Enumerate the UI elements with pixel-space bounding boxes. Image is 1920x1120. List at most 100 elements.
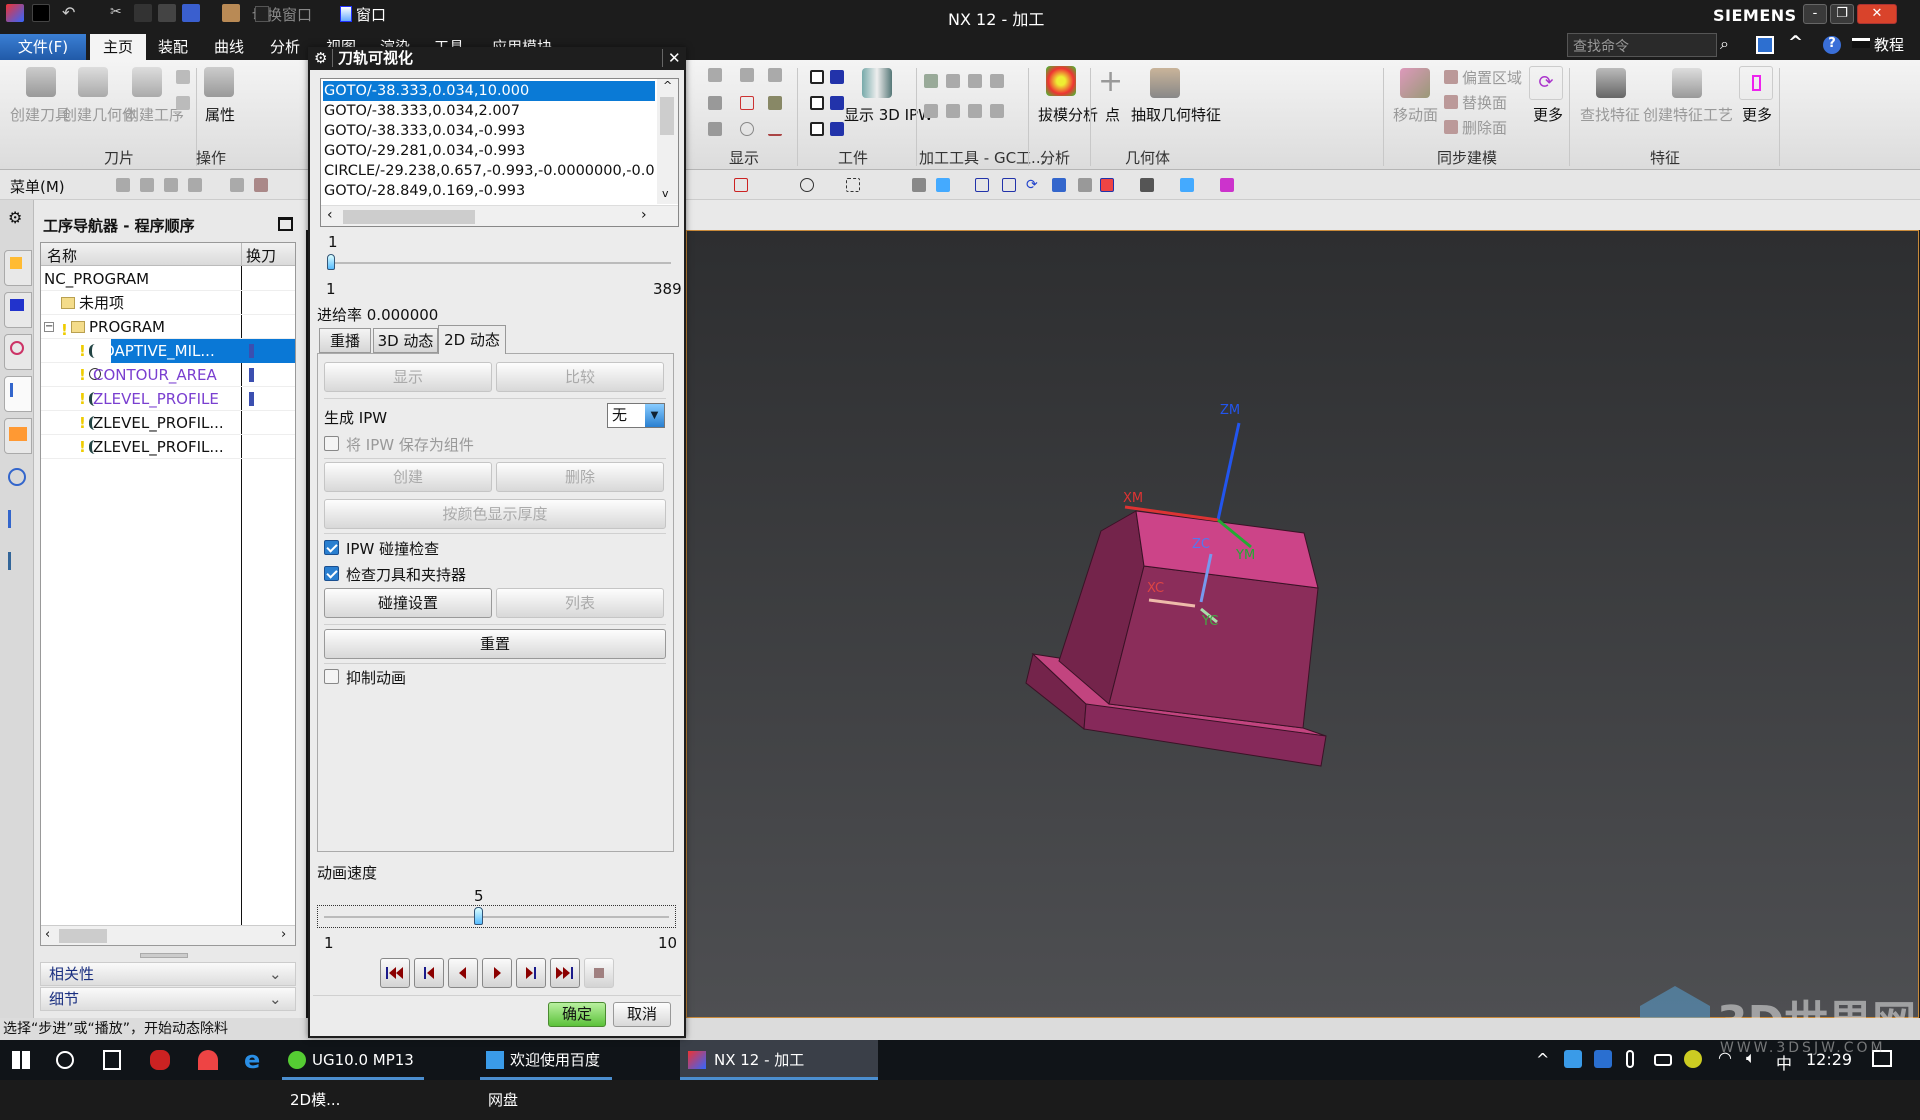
save-icon[interactable]	[32, 4, 50, 22]
fast-forward-to-end-button[interactable]	[550, 958, 580, 988]
maximize-icon[interactable]	[278, 217, 293, 231]
workpiece-icon[interactable]	[830, 122, 844, 136]
rewind-to-start-button[interactable]	[380, 958, 410, 988]
column-header-tool-change[interactable]: 换刀	[246, 245, 276, 266]
command-search-input[interactable]: 查找命令	[1567, 33, 1717, 57]
gc-tool-icon[interactable]	[990, 104, 1004, 118]
create-tool-icon[interactable]	[26, 67, 56, 97]
app-icon[interactable]	[198, 1050, 218, 1070]
cut-icon[interactable]: ✂	[110, 4, 128, 22]
extract-geometry-button[interactable]: 抽取几何特征	[1131, 104, 1221, 125]
gc-tool-icon[interactable]	[968, 104, 982, 118]
play-reverse-button[interactable]	[448, 958, 478, 988]
create-button[interactable]: 创建	[324, 462, 492, 492]
view-icon[interactable]	[1052, 178, 1066, 192]
toolpath-line[interactable]: GOTO/-29.281,0.034,-0.993	[323, 141, 655, 161]
view-icon[interactable]	[1002, 178, 1016, 192]
process-icon[interactable]	[8, 552, 26, 570]
machine-tool-view-tab[interactable]	[4, 250, 32, 286]
baidu-tray-icon[interactable]	[1564, 1050, 1582, 1068]
view-icon[interactable]	[975, 178, 989, 192]
toolpath-line[interactable]: GOTO/-38.333,0.034,-0.993	[323, 121, 655, 141]
toolpath-line[interactable]: GOTO/-38.333,0.034,2.007	[323, 101, 655, 121]
dialog-title-bar[interactable]: ⚙ 刀轨可视化 ✕	[310, 47, 684, 70]
collision-settings-button[interactable]: 碰撞设置	[324, 588, 492, 618]
attributes-button[interactable]: 属性	[205, 104, 235, 125]
fullscreen-icon[interactable]	[1756, 36, 1774, 54]
find-feature-button[interactable]: 查找特征	[1580, 104, 1640, 125]
extract-geometry-icon[interactable]	[1150, 68, 1180, 98]
display-button[interactable]: 显示	[324, 362, 492, 392]
point-icon[interactable]: +	[1098, 64, 1123, 99]
windows-start-icon[interactable]	[12, 1051, 30, 1069]
view-icon[interactable]	[1100, 178, 1114, 192]
taskbar-app-ug10[interactable]: UG10.0 MP13 2D模...	[282, 1040, 424, 1109]
scroll-right-icon[interactable]: ›	[281, 927, 286, 942]
tree-row-program[interactable]: − ! PROGRAM	[41, 315, 295, 339]
tab-3d-dynamic[interactable]: 3D 动态	[373, 328, 438, 353]
create-operation-button[interactable]: 创建工序	[124, 104, 184, 125]
play-button[interactable]	[482, 958, 512, 988]
thickness-by-color-button[interactable]: 按颜色显示厚度	[324, 499, 666, 529]
copy-icon[interactable]	[134, 4, 152, 22]
dialog-settings-gear-icon[interactable]: ⚙	[314, 47, 327, 70]
workpiece-icon[interactable]	[810, 96, 824, 110]
tab-analysis[interactable]: 分析	[264, 34, 306, 60]
rotate-icon[interactable]: ⟳	[1026, 178, 1040, 192]
create-feature-process-icon[interactable]	[1672, 68, 1702, 98]
splitter-handle[interactable]	[140, 953, 188, 958]
sync-more-icon[interactable]: ⟳	[1529, 66, 1563, 100]
scroll-right-icon[interactable]: ›	[641, 207, 647, 223]
toolbar-icon[interactable]	[254, 178, 268, 192]
gc-tool-icon[interactable]	[990, 74, 1004, 88]
tab-file[interactable]: 文件(F)	[0, 34, 86, 60]
tree-row-unused[interactable]: 未用项	[41, 291, 295, 315]
suppress-animation-checkbox[interactable]	[324, 669, 339, 684]
draft-analysis-button[interactable]: 拔模分析	[1038, 104, 1098, 125]
search-icon[interactable]: ⌕	[1720, 34, 1729, 54]
tool-icon[interactable]	[8, 510, 26, 528]
gc-tool-icon[interactable]	[946, 104, 960, 118]
generate-ipw-select[interactable]: 无 ▼	[607, 403, 665, 428]
replace-face-icon[interactable]	[1444, 95, 1458, 109]
help-icon[interactable]: ?	[1823, 36, 1841, 54]
snap-icon[interactable]	[846, 178, 860, 192]
sync-more-button[interactable]: 更多	[1533, 104, 1563, 125]
snap-icon[interactable]	[912, 178, 926, 192]
point-button[interactable]: 点	[1105, 104, 1120, 125]
scroll-thumb[interactable]	[660, 97, 674, 135]
workpiece-icon[interactable]	[830, 70, 844, 84]
minimize-button[interactable]: -	[1803, 4, 1827, 24]
tray-overflow-icon[interactable]: ^	[1536, 1050, 1549, 1069]
graphics-viewport[interactable]: ZM XM YM ZC XC YC 3D世界网	[686, 230, 1919, 1066]
snap-icon[interactable]	[734, 178, 748, 192]
ipw-collision-check-checkbox[interactable]	[324, 540, 339, 555]
step-forward-button[interactable]	[516, 958, 546, 988]
display-icon[interactable]	[768, 68, 782, 82]
toolbar-icon[interactable]	[230, 178, 244, 192]
details-panel[interactable]: 细节 ⌄	[40, 987, 296, 1011]
display-icon[interactable]	[740, 68, 754, 82]
list-button[interactable]: 列表	[496, 588, 664, 618]
taskbar-app-nx[interactable]: NX 12 - 加工	[680, 1040, 878, 1080]
taskbar-app-baidu[interactable]: 欢迎使用百度网盘	[480, 1040, 612, 1109]
tab-replay[interactable]: 重播	[319, 328, 371, 353]
position-slider-track[interactable]	[328, 262, 671, 264]
menu-button[interactable]: 菜单(M)	[10, 176, 65, 197]
battery-icon[interactable]	[1654, 1054, 1672, 1066]
toolpath-line[interactable]: GOTO/-28.849,0.169,-0.993	[323, 181, 655, 201]
gc-tool-icon[interactable]	[968, 74, 982, 88]
column-header-name[interactable]: 名称	[47, 245, 77, 266]
tree-row-operation[interactable]: ! ADAPTIVE_MIL...	[41, 339, 295, 363]
find-feature-icon[interactable]	[1596, 68, 1626, 98]
dropdown-arrow-icon[interactable]: ▼	[645, 404, 664, 427]
tab-home[interactable]: 主页	[90, 34, 146, 60]
tutorial-link[interactable]: 教程	[1874, 34, 1904, 55]
attributes-icon[interactable]	[204, 67, 234, 97]
view-icon[interactable]	[1140, 178, 1154, 192]
program-order-view-tab[interactable]	[4, 376, 32, 412]
restore-button[interactable]: ❐	[1830, 4, 1854, 24]
create-operation-icon[interactable]	[132, 67, 162, 97]
show-3d-ipw-icon[interactable]	[862, 68, 892, 98]
scroll-down-icon[interactable]: v	[662, 187, 669, 200]
